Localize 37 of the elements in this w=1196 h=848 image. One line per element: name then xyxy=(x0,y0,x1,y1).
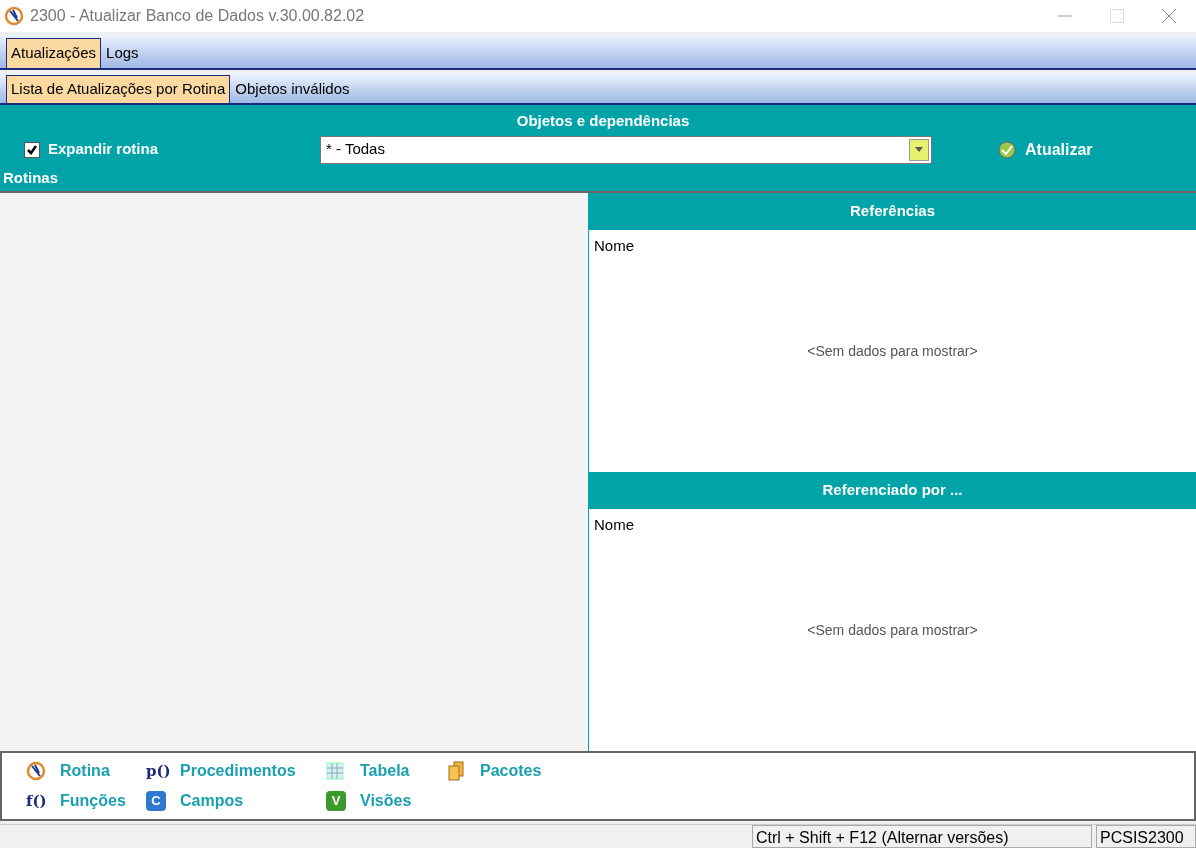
legend-label: Pacotes xyxy=(480,761,542,781)
logo-icon xyxy=(4,6,24,26)
function-glyph: p() xyxy=(146,760,172,782)
table-icon xyxy=(326,762,344,780)
tab[interactable]: Lista de Atualizações por Rotina xyxy=(6,75,231,103)
filter-dropdown[interactable]: * - Todas xyxy=(320,135,932,164)
minimize-icon xyxy=(1058,15,1072,17)
legend-label: Procedimentos xyxy=(180,761,296,781)
close-icon xyxy=(1161,8,1177,24)
logo-icon xyxy=(26,761,46,781)
view-glyph: V xyxy=(326,791,346,811)
package-icon xyxy=(446,761,466,781)
legend-label: Rotina xyxy=(60,761,110,781)
tab[interactable]: Atualizações xyxy=(6,38,102,68)
tab[interactable]: Logs xyxy=(101,38,144,68)
panel-header: Referenciado por ... xyxy=(589,472,1196,510)
panel-header: Referências xyxy=(589,193,1196,231)
field-glyph: C xyxy=(146,791,166,811)
legend-label: Campos xyxy=(180,791,244,811)
section-heading: Objetos e dependências xyxy=(516,111,690,131)
check-circle-icon xyxy=(997,139,1017,160)
checkbox[interactable] xyxy=(24,141,40,158)
legend-label: Tabela xyxy=(360,761,410,781)
empty-message: <Sem dados para mostrar> xyxy=(807,621,978,640)
column-header: Nome xyxy=(594,236,634,256)
maximize-icon xyxy=(1110,9,1124,23)
window-title: 2300 - Atualizar Banco de Dados v.30.00.82.02 xyxy=(30,6,365,26)
empty-message: <Sem dados para mostrar> xyxy=(807,342,978,361)
status-text: PCSIS2300 xyxy=(1096,825,1196,848)
section-label: Rotinas xyxy=(3,167,59,188)
legend-label: Visões xyxy=(360,791,412,811)
tab[interactable]: Objetos inválidos xyxy=(230,75,355,103)
function-glyph: f() xyxy=(26,790,48,812)
legend-label: Funções xyxy=(60,791,126,811)
column-header: Nome xyxy=(594,515,634,535)
status-text: Ctrl + Shift + F12 (Alternar versões) xyxy=(752,825,1092,848)
checkbox-label: Expandir rotina xyxy=(48,139,159,160)
